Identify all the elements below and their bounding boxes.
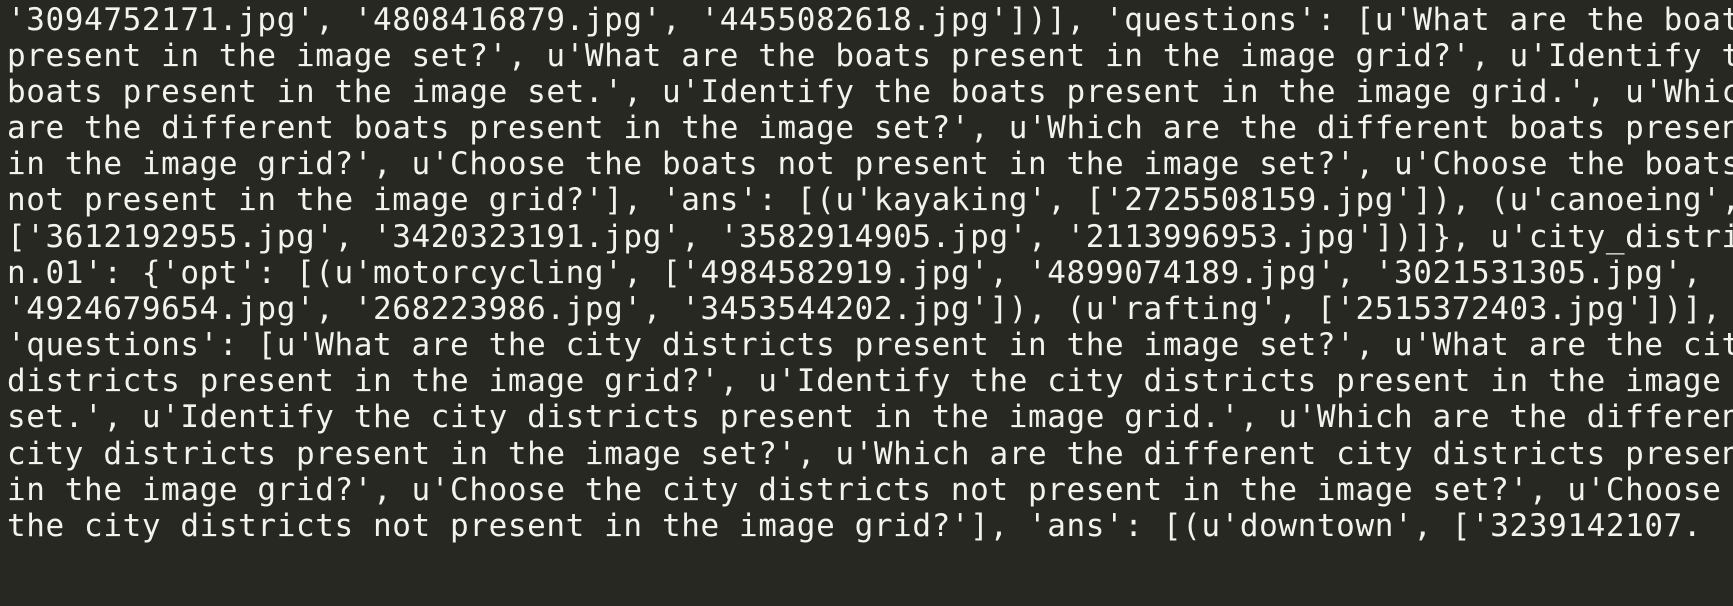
output-line-9: '4924679654.jpg', '268223986.jpg', '3453… bbox=[7, 291, 1722, 327]
output-line-8: n.01': {'opt': [(u'motorcycling', ['4984… bbox=[7, 255, 1703, 291]
output-line-6: not present in the image grid?'], 'ans':… bbox=[7, 182, 1733, 218]
output-line-11: districts present in the image grid?', u… bbox=[7, 363, 1722, 399]
output-line-7: ['3612192955.jpg', '3420323191.jpg', '35… bbox=[7, 219, 1733, 255]
output-line-12: set.', u'Identify the city districts pre… bbox=[7, 399, 1733, 435]
output-line-2: present in the image set?', u'What are t… bbox=[7, 38, 1733, 74]
output-line-5: in the image grid?', u'Choose the boats … bbox=[7, 146, 1733, 182]
terminal-output[interactable]: '3094752171.jpg', '4808416879.jpg', '445… bbox=[0, 0, 1733, 606]
output-line-1: '3094752171.jpg', '4808416879.jpg', '445… bbox=[7, 2, 1733, 38]
output-line-15: the city districts not present in the im… bbox=[7, 508, 1703, 544]
output-line-3: boats present in the image set.', u'Iden… bbox=[7, 74, 1733, 110]
output-line-4: are the different boats present in the i… bbox=[7, 110, 1733, 146]
output-line-13: city districts present in the image set?… bbox=[7, 436, 1733, 472]
output-line-10: 'questions': [u'What are the city distri… bbox=[7, 327, 1733, 363]
output-line-14: in the image grid?', u'Choose the city d… bbox=[7, 472, 1722, 508]
